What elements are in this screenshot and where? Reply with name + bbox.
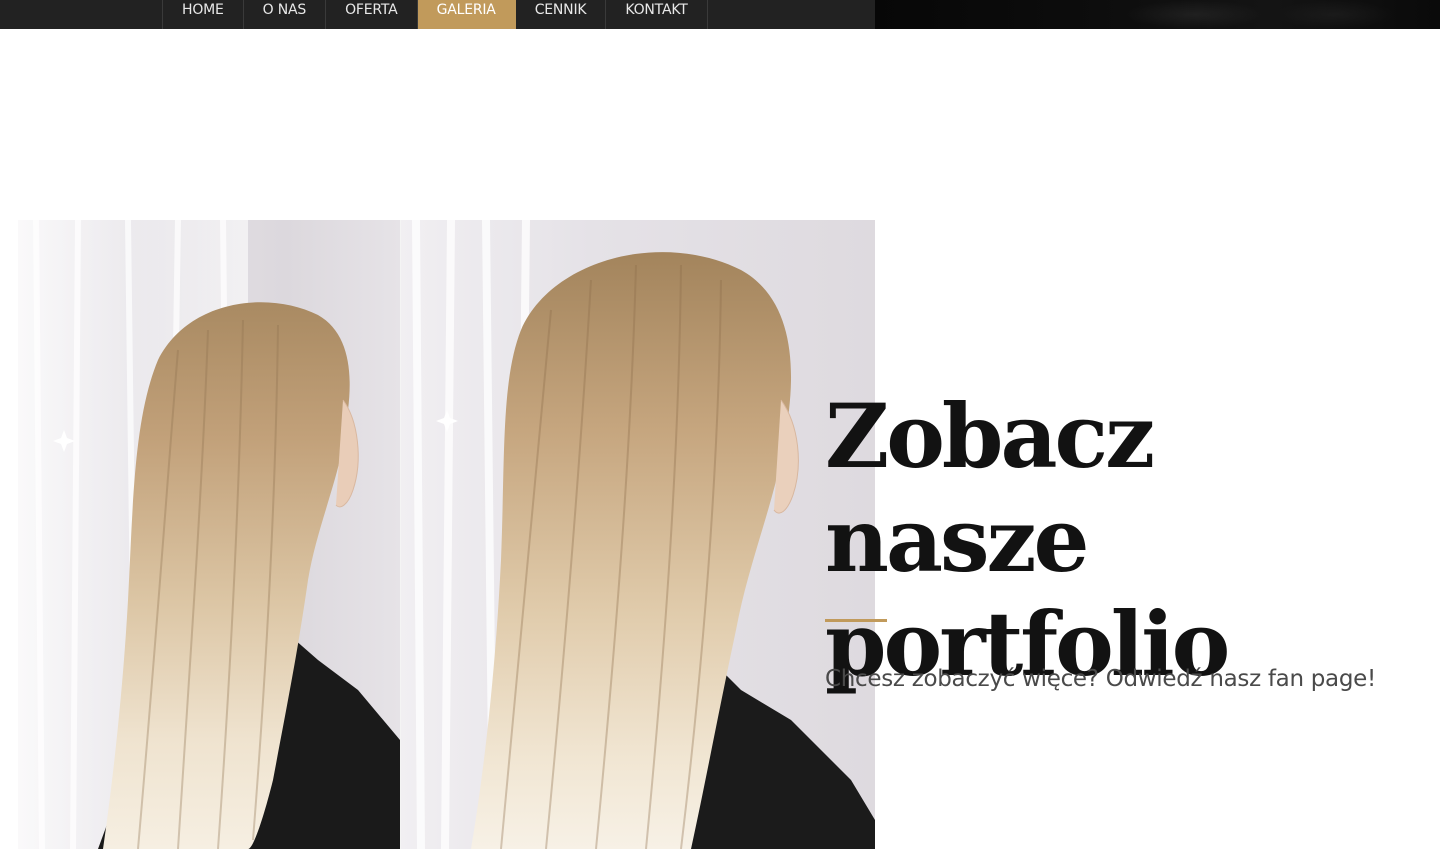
nav-item-kontakt[interactable]: KONTAKT: [606, 0, 708, 29]
nav-item-home[interactable]: HOME: [163, 0, 244, 29]
banner-glow: [1125, 0, 1265, 29]
banner-glow: [1275, 0, 1395, 29]
hair-illustration-left: [18, 220, 400, 849]
nav-item-cennik[interactable]: CENNIK: [516, 0, 607, 29]
title-accent-divider: [825, 619, 887, 622]
nav-item-o-nas[interactable]: O NAS: [244, 0, 327, 29]
photo-panel-right: [401, 220, 875, 849]
fan-page-subtitle: Chcesz zobaczyć więce? Odwiedź nasz fan …: [825, 666, 1376, 692]
header-dark-banner: [875, 0, 1440, 29]
portfolio-photo: [18, 220, 875, 849]
hair-illustration-right: [401, 220, 875, 849]
photo-panel-left: [18, 220, 400, 849]
nav-item-oferta[interactable]: OFERTA: [326, 0, 418, 29]
page-title-line-1: Zobacz nasze: [825, 384, 1155, 592]
nav-item-galeria[interactable]: GALERIA: [417, 0, 516, 29]
main-menu: HOME O NAS OFERTA GALERIA CENNIK KONTAKT: [162, 0, 708, 29]
page-title: Zobacz nasze portfolio: [825, 384, 1440, 696]
